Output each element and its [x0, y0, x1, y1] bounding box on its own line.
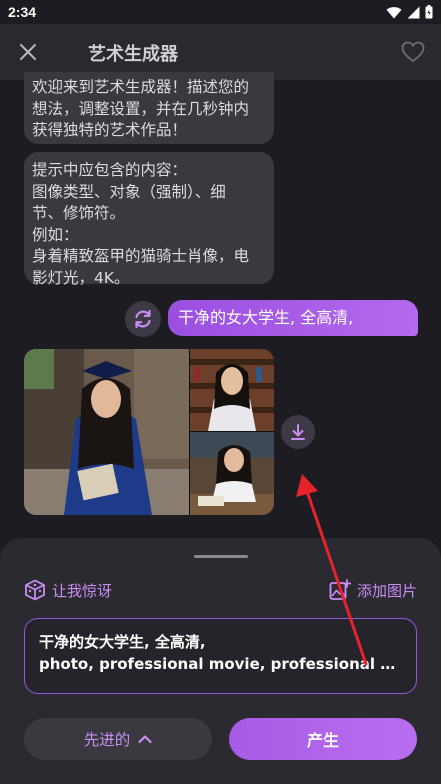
refresh-icon — [135, 309, 151, 329]
cellular-signal-icon — [407, 6, 420, 18]
student-in-classroom-photo[interactable] — [190, 432, 274, 515]
prompt-text-line-1: 干净的女大学生, 全高清, — [39, 633, 206, 651]
drag-handle[interactable] — [194, 555, 248, 558]
close-icon — [20, 44, 36, 60]
user-message: 干净的女大学生, 全高清, — [168, 300, 418, 336]
generated-image-grid[interactable] — [24, 349, 274, 515]
message-text: 提示中应包含的内容： 图像类型、对象（强制）、细 节、修饰符。 例如： 身着精致… — [32, 161, 250, 287]
close-button[interactable] — [14, 38, 42, 66]
status-bar: 2:34 — [0, 0, 441, 24]
bot-message-welcome: 欢迎来到艺术生成器！描述您的 想法，调整设置，并在几秒钟内 获得独特的艺术作品！ — [24, 72, 274, 144]
chevron-up-icon — [138, 735, 152, 744]
add-image-button[interactable]: 添加图片 — [329, 578, 417, 602]
app-screen: 2:34 艺术生成器 欢迎来到艺术生成器！描述您的 想法，调整设置，并在几秒钟内… — [0, 0, 441, 784]
favorite-button[interactable] — [399, 38, 427, 66]
download-button[interactable] — [281, 415, 315, 449]
regenerate-button[interactable] — [125, 301, 161, 337]
graduate-in-gown-photo[interactable] — [24, 349, 189, 515]
add-image-icon — [329, 579, 351, 600]
battery-icon — [425, 5, 433, 19]
advanced-settings-button[interactable]: 先进的 — [24, 718, 212, 760]
advanced-label: 先进的 — [83, 731, 131, 749]
surprise-me-label: 让我惊讶 — [52, 581, 113, 600]
generate-button[interactable]: 产生 — [229, 718, 417, 760]
status-time: 2:34 — [8, 4, 37, 20]
heart-outline-icon — [401, 41, 425, 63]
download-icon — [291, 424, 305, 440]
surprise-me-button[interactable]: 让我惊讶 — [24, 578, 112, 602]
status-icons — [386, 4, 433, 20]
message-text: 欢迎来到艺术生成器！描述您的 想法，调整设置，并在几秒钟内 获得独特的艺术作品！ — [32, 78, 250, 139]
prompt-input[interactable]: 干净的女大学生, 全高清, photo, professional movie,… — [24, 618, 417, 694]
prompt-text-line-2: photo, professional movie, professional … — [39, 655, 402, 673]
wifi-icon — [386, 6, 402, 18]
input-panel: 让我惊讶 添加图片 干净的女大学生, 全高清, photo, professio… — [0, 538, 441, 784]
bot-message-prompt-tips: 提示中应包含的内容： 图像类型、对象（强制）、细 节、修饰符。 例如： 身着精致… — [24, 152, 274, 287]
add-image-label: 添加图片 — [356, 581, 417, 600]
student-portrait-bookshelf-photo[interactable] — [190, 349, 274, 431]
dice-icon — [25, 579, 45, 601]
page-title: 艺术生成器 — [88, 44, 178, 65]
